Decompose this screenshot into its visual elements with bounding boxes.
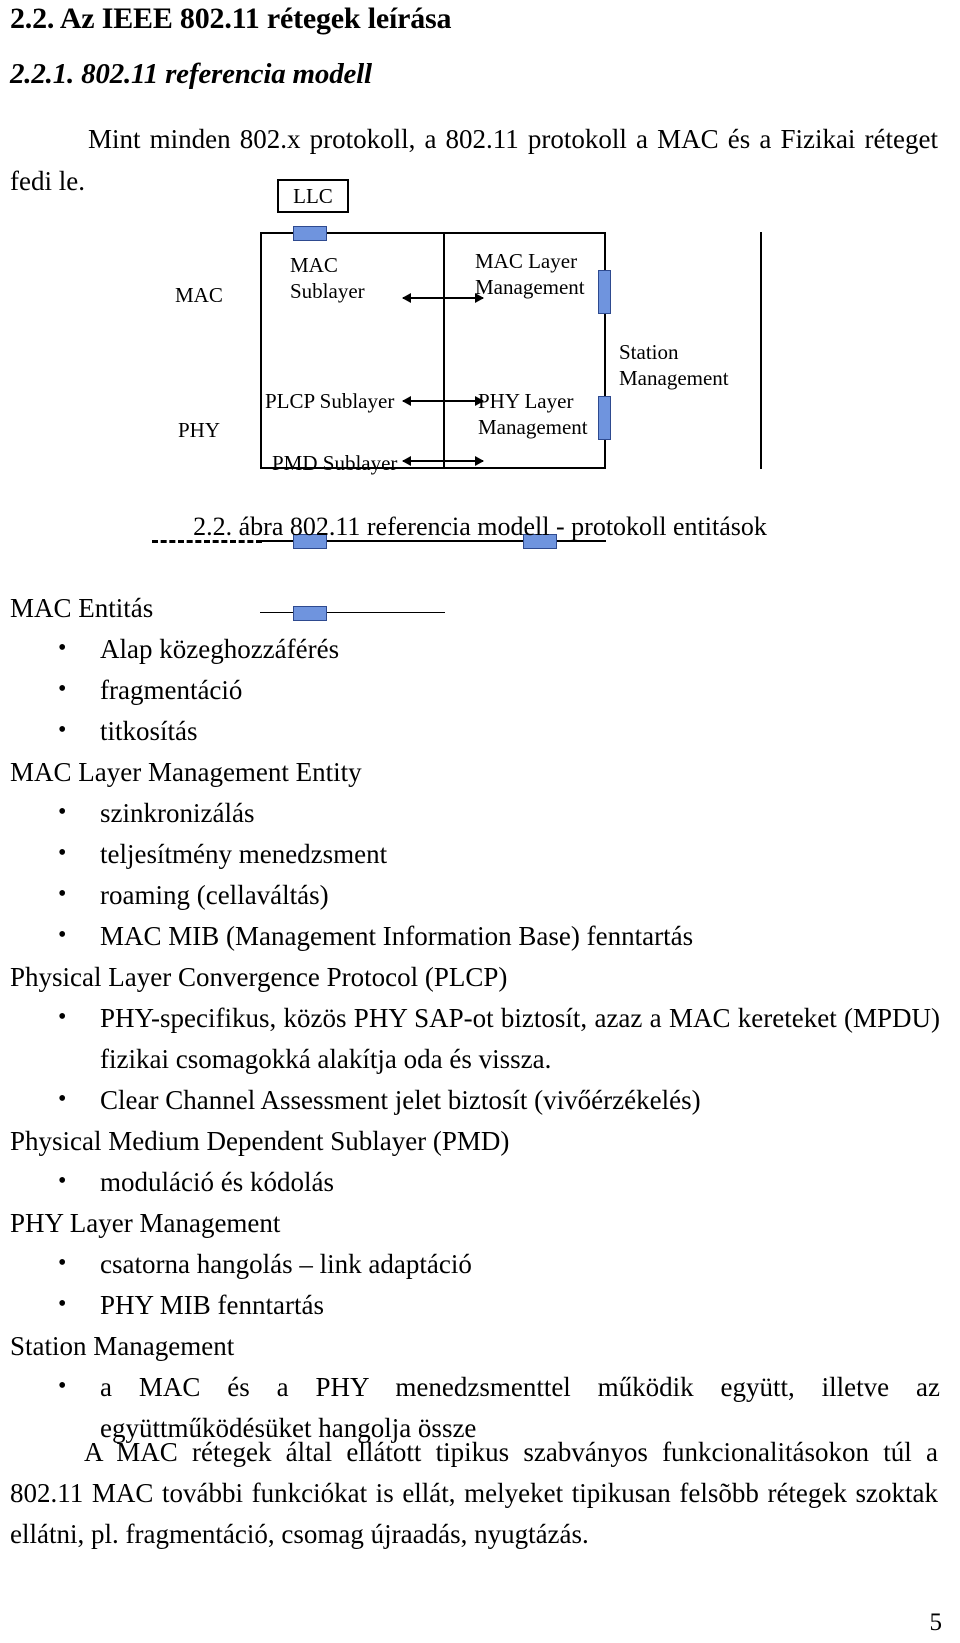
document-page: 2.2. Az IEEE 802.11 rétegek leírása 2.2.… [0,0,960,1643]
reference-model-diagram: LLC MAC PHY MAC Sublayer PLCP Sublayer P… [0,172,960,621]
closing-paragraph: A MAC rétegek által ellátott tipikus sza… [10,1437,938,1549]
list-item: Clear Channel Assessment jelet biztosít … [10,1079,940,1121]
bullet-list-plcp: PHY-specifikus, közös PHY SAP-ot biztosí… [10,997,940,1121]
group-title-station-management: Station Management [10,1331,235,1361]
diagram-label-mac-sublayer: MAC Sublayer [290,253,365,303]
figure-caption: 2.2. ábra 802.11 referencia modell - pro… [193,512,767,541]
diagram-label-pmd-sublayer: PMD Sublayer [272,451,398,475]
group-title-plcp: Physical Layer Convergence Protocol (PLC… [10,962,508,992]
group-title-pmd: Physical Medium Dependent Sublayer (PMD) [10,1126,510,1156]
list-item: titkosítás [10,710,940,752]
diagram-middle-divider [443,232,445,469]
list-item: MAC MIB (Management Information Base) fe… [10,915,940,957]
group-title-mac-layer-management-entity: MAC Layer Management Entity [10,757,362,787]
llc-box: LLC [277,179,349,213]
diagram-label-mac: MAC [175,283,223,307]
list-item: fragmentáció [10,669,940,711]
entity-description-list: MAC Entitás Alap közeghozzáférés fragmen… [10,588,940,1449]
diagram-left-border [260,232,262,469]
list-item: csatorna hangolás – link adaptáció [10,1243,940,1285]
diagram-label-station-management: Station Management [619,340,729,390]
list-item: szinkronizálás [10,792,940,834]
bullet-list-mac-layer-management-entity: szinkronizálás teljesítmény menedzsment … [10,792,940,957]
list-item: Alap közeghozzáférés [10,628,940,670]
list-item: PHY MIB fenntartás [10,1284,940,1326]
arrow-pmd-to-phy-management [402,456,484,466]
diagram-right-border [760,232,762,469]
bullet-list-pmd: moduláció és kódolás [10,1161,940,1203]
diagram-label-mac-layer-management: MAC Layer Management [475,249,585,299]
list-item: roaming (cellaváltás) [10,874,940,916]
group-title-phy-layer-management: PHY Layer Management [10,1208,281,1238]
connector-block-mac-station-management [598,270,611,314]
page-number: 5 [929,1609,943,1636]
group-title-mac-entitas: MAC Entitás [10,593,154,623]
arrow-plcp-to-phy-management [402,396,484,406]
bullet-list-phy-layer-management: csatorna hangolás – link adaptáció PHY M… [10,1243,940,1326]
bullet-list-mac-entitas: Alap közeghozzáférés fragmentáció titkos… [10,628,940,752]
page-title: 2.2. Az IEEE 802.11 rétegek leírása [10,2,452,35]
connector-block-phy-station-management [598,396,611,440]
arrow-mac-sublayer-to-mac-management [402,293,484,303]
list-item: teljesítmény menedzsment [10,833,940,875]
connector-block-llc-mac [293,226,327,241]
diagram-label-phy-layer-management: PHY Layer Management [478,389,588,439]
subsection-title: 2.2.1. 802.11 referencia modell [10,58,372,90]
list-item: PHY-specifikus, közös PHY SAP-ot biztosí… [10,997,940,1080]
diagram-label-plcp-sublayer: PLCP Sublayer [265,389,395,413]
diagram-label-phy: PHY [178,418,221,442]
list-item: moduláció és kódolás [10,1161,940,1203]
